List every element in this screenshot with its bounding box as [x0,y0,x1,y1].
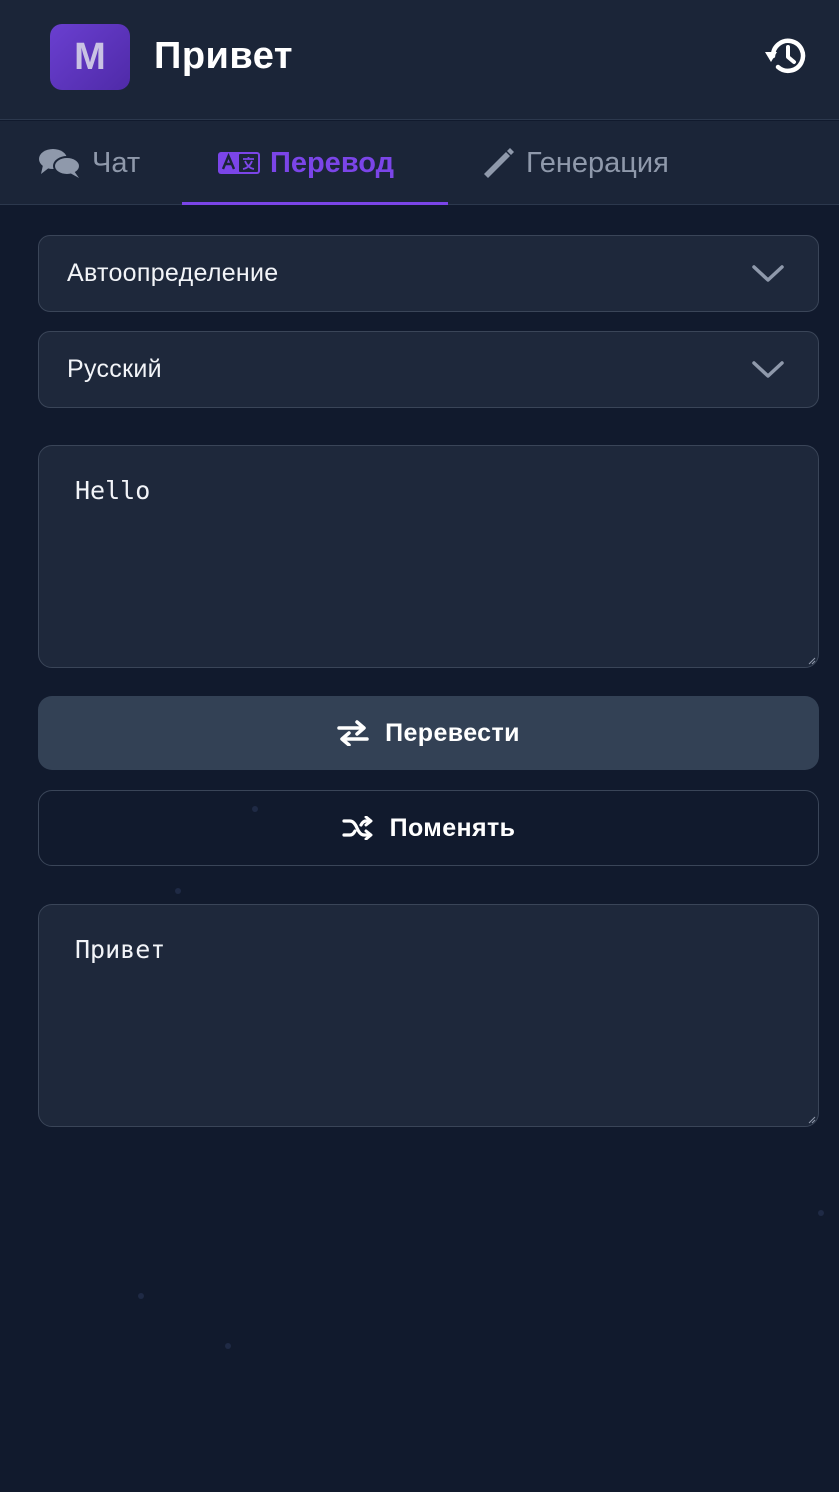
background-particle [138,1293,144,1299]
swap-button[interactable]: Поменять [38,790,819,866]
source-text-value: Hello [75,476,151,505]
translation-output-value: Привет [75,935,166,964]
translate-button[interactable]: Перевести [38,696,819,770]
swap-button-label: Поменять [389,813,516,842]
shuffle-icon [341,816,373,840]
pencil-icon [484,148,514,178]
source-language-select[interactable]: Автоопределение [38,235,819,312]
chevron-down-icon [752,264,784,282]
tab-translate-label: Перевод [270,146,395,179]
tab-translate[interactable]: Перевод [218,121,394,205]
source-language-value: Автоопределение [67,259,279,287]
comments-icon [39,149,81,178]
resize-grip-icon[interactable] [808,1116,816,1124]
chevron-down-icon [752,360,784,378]
background-particle [225,1343,231,1349]
tab-chat-label: Чат [92,146,141,179]
language-icon [218,152,260,174]
target-language-select[interactable]: Русский [38,331,819,408]
history-icon [765,38,806,73]
tab-bar: Чат Перевод Генерация [0,121,839,205]
active-tab-indicator [182,202,448,205]
translate-button-label: Перевести [385,718,520,747]
app-title: Привет [154,35,293,77]
tab-chat[interactable]: Чат [38,121,140,205]
background-particle [818,1210,824,1216]
tab-generation[interactable]: Генерация [482,121,669,205]
logo-letter: M [74,35,106,78]
background-particle [252,806,258,812]
tab-generation-label: Генерация [526,146,669,179]
translation-output[interactable]: Привет [38,904,819,1127]
exchange-icon [337,720,369,746]
app-header: M Привет [0,0,839,120]
source-text-input[interactable]: Hello [38,445,819,668]
history-button[interactable] [760,32,812,80]
app-logo: M [50,24,130,90]
resize-grip-icon[interactable] [808,657,816,665]
background-particle [175,888,181,894]
target-language-value: Русский [67,355,162,383]
app: M Привет Чат Перевод Генерация Автоопред… [0,0,839,1492]
